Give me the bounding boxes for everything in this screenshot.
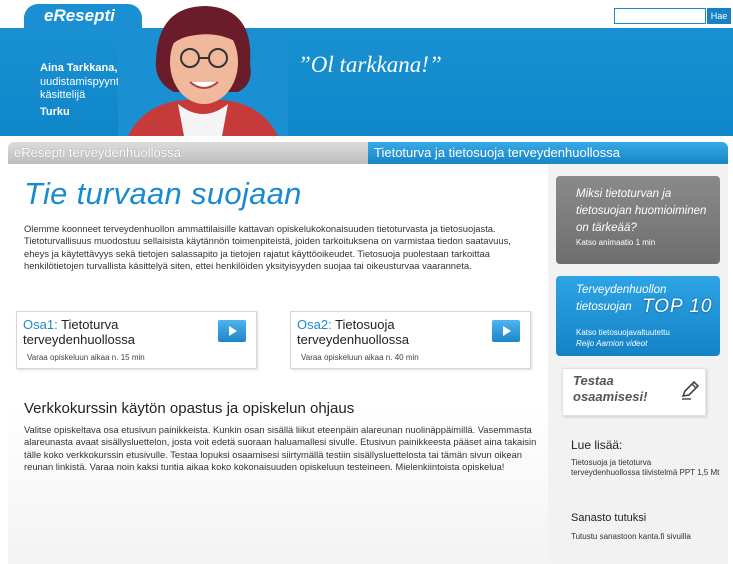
person-name: Aina Tarkkana, xyxy=(40,62,118,74)
play-button[interactable] xyxy=(492,320,520,342)
course-title: Osa2: Tietosuoja terveydenhuollossa xyxy=(297,317,487,347)
pencil-icon xyxy=(681,380,700,400)
top10-label: TOP 10 xyxy=(642,296,713,317)
top10-note-author: Reijo Aarnion videot xyxy=(576,339,648,348)
course-prefix: Osa2: xyxy=(297,317,332,332)
quote: ”Ol tarkkana!” xyxy=(298,52,442,77)
logo[interactable]: eResepti xyxy=(44,6,115,26)
read-more-title: Lue lisää: xyxy=(571,438,623,452)
test-button[interactable]: Testaa osaamisesi! xyxy=(562,368,706,416)
course-note: Varaa opiskeluun aikaa n. 15 min xyxy=(27,353,145,362)
course-title: Osa1: Tietoturva terveydenhuollossa xyxy=(23,317,213,347)
right-edge xyxy=(728,136,733,564)
search-button[interactable]: Hae xyxy=(707,8,731,24)
search-input[interactable] xyxy=(614,8,706,24)
guide-text: Valitse opiskeltava osa etusivun painikk… xyxy=(24,424,537,473)
page-title: Tie turvaan suojaan xyxy=(24,176,302,211)
tab-eresepti[interactable]: eResepti terveydenhuollossa xyxy=(8,142,368,164)
tab-tietoturva[interactable]: Tietoturva ja tietosuoja terveydenhuollo… xyxy=(368,142,728,164)
glossary-title: Sanasto tutuksi xyxy=(571,512,647,524)
top10-note: Katso tietosuojavaltuutettu xyxy=(576,328,670,337)
tab-tietoturva-label: Tietoturva ja tietosuoja terveydenhuollo… xyxy=(374,145,620,160)
test-button-label: Testaa osaamisesi! xyxy=(573,373,648,404)
course-prefix: Osa1: xyxy=(23,317,58,332)
course-card-osa1[interactable]: Osa1: Tietoturva terveydenhuollossa Vara… xyxy=(16,311,257,369)
course-card-osa2[interactable]: Osa2: Tietosuoja terveydenhuollossa Vara… xyxy=(290,311,531,369)
animation-box-note: Katso animaatio 1 min xyxy=(576,238,656,247)
animation-box[interactable]: Miksi tietoturvan ja tietosuojan huomioi… xyxy=(556,176,720,264)
top10-box[interactable]: Terveydenhuollon tietosuojan TOP 10 Kats… xyxy=(556,276,720,356)
tab-eresepti-label: eResepti terveydenhuollossa xyxy=(14,145,181,160)
read-more-link[interactable]: Tietosuoja ja tietoturva terveydenhuollo… xyxy=(571,458,721,478)
intro-text: Olemme koonneet terveydenhuollon ammatti… xyxy=(24,223,511,272)
portrait-photo xyxy=(118,6,288,136)
glossary-link[interactable]: Tutustu sanastoon kanta.fi sivuilla xyxy=(571,532,691,541)
guide-title: Verkkokurssin käytön opastus ja opiskelu… xyxy=(24,400,355,417)
course-note: Varaa opiskeluun aikaa n. 40 min xyxy=(301,353,419,362)
play-button[interactable] xyxy=(218,320,246,342)
animation-box-title: Miksi tietoturvan ja tietosuojan huomioi… xyxy=(576,188,707,234)
person-city: Turku xyxy=(40,106,70,118)
